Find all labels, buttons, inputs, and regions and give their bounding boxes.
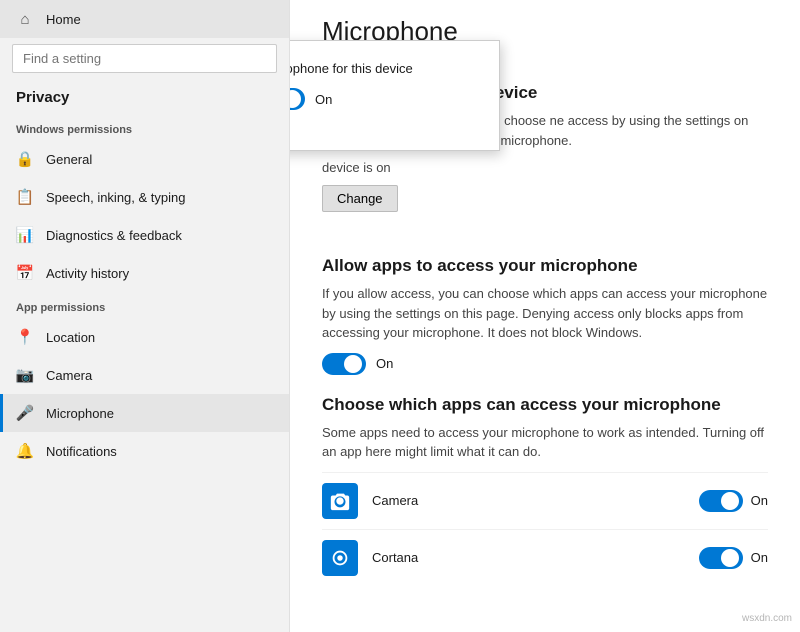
sidebar-item-label: Camera [46,368,92,383]
sidebar-item-activity[interactable]: 📅 Activity history [0,254,289,292]
app-row-cortana: Cortana On [322,529,768,586]
choose-section-heading: Choose which apps can access your microp… [322,395,768,415]
microphone-device-popup: Microphone for this device On [290,40,500,151]
popup-title: Microphone for this device [290,61,479,76]
sidebar-title: Privacy [0,85,289,114]
popup-toggle[interactable] [290,88,305,110]
camera-toggle-area: On [699,490,768,512]
sidebar: ⌂ Home Privacy Windows permissions 🔒 Gen… [0,0,290,632]
popup-toggle-row: On [290,88,479,110]
main-content: Microphone Microphone for this device On… [290,0,800,632]
diagnostics-icon: 📊 [16,226,34,244]
microphone-nav-icon: 🎤 [16,404,34,422]
sidebar-item-home[interactable]: ⌂ Home [0,0,289,38]
cortana-app-toggle[interactable] [699,547,743,569]
camera-toggle-label: On [751,493,768,508]
sidebar-item-label: Activity history [46,266,129,281]
sidebar-item-label: General [46,152,92,167]
sidebar-item-microphone[interactable]: 🎤 Microphone [0,394,289,432]
camera-app-icon [322,483,358,519]
home-icon: ⌂ [16,10,34,28]
sidebar-item-location[interactable]: 📍 Location [0,318,289,356]
popup-toggle-label: On [315,92,332,107]
home-label: Home [46,12,81,27]
activity-icon: 📅 [16,264,34,282]
sidebar-item-label: Location [46,330,95,345]
allow-toggle-row: On [322,353,768,375]
change-button[interactable]: Change [322,185,398,212]
sidebar-item-diagnostics[interactable]: 📊 Diagnostics & feedback [0,216,289,254]
notifications-nav-icon: 🔔 [16,442,34,460]
sidebar-item-label: Speech, inking, & typing [46,190,185,205]
sidebar-item-label: Diagnostics & feedback [46,228,182,243]
cortana-app-icon [322,540,358,576]
cortana-toggle-label: On [751,550,768,565]
search-input[interactable] [12,44,277,73]
cortana-toggle-area: On [699,547,768,569]
sidebar-item-label: Microphone [46,406,114,421]
sidebar-item-general[interactable]: 🔒 General [0,140,289,178]
device-on-text: device is on [322,160,768,175]
cortana-app-name: Cortana [372,550,699,565]
speech-icon: 📋 [16,188,34,206]
camera-app-name: Camera [372,493,699,508]
watermark: wsxdn.com [742,613,792,624]
windows-permissions-label: Windows permissions [0,114,289,140]
allow-toggle[interactable] [322,353,366,375]
allow-section-heading: Allow apps to access your microphone [322,256,768,276]
choose-section-desc: Some apps need to access your microphone… [322,423,768,462]
app-permissions-label: App permissions [0,292,289,318]
sidebar-item-notifications[interactable]: 🔔 Notifications [0,432,289,470]
allow-section-desc: If you allow access, you can choose whic… [322,284,768,343]
lock-icon: 🔒 [16,150,34,168]
allow-toggle-label: On [376,356,393,371]
camera-nav-icon: 📷 [16,366,34,384]
app-row-camera: Camera On [322,472,768,529]
location-icon: 📍 [16,328,34,346]
sidebar-item-speech[interactable]: 📋 Speech, inking, & typing [0,178,289,216]
sidebar-item-camera[interactable]: 📷 Camera [0,356,289,394]
camera-app-toggle[interactable] [699,490,743,512]
sidebar-item-label: Notifications [46,444,117,459]
